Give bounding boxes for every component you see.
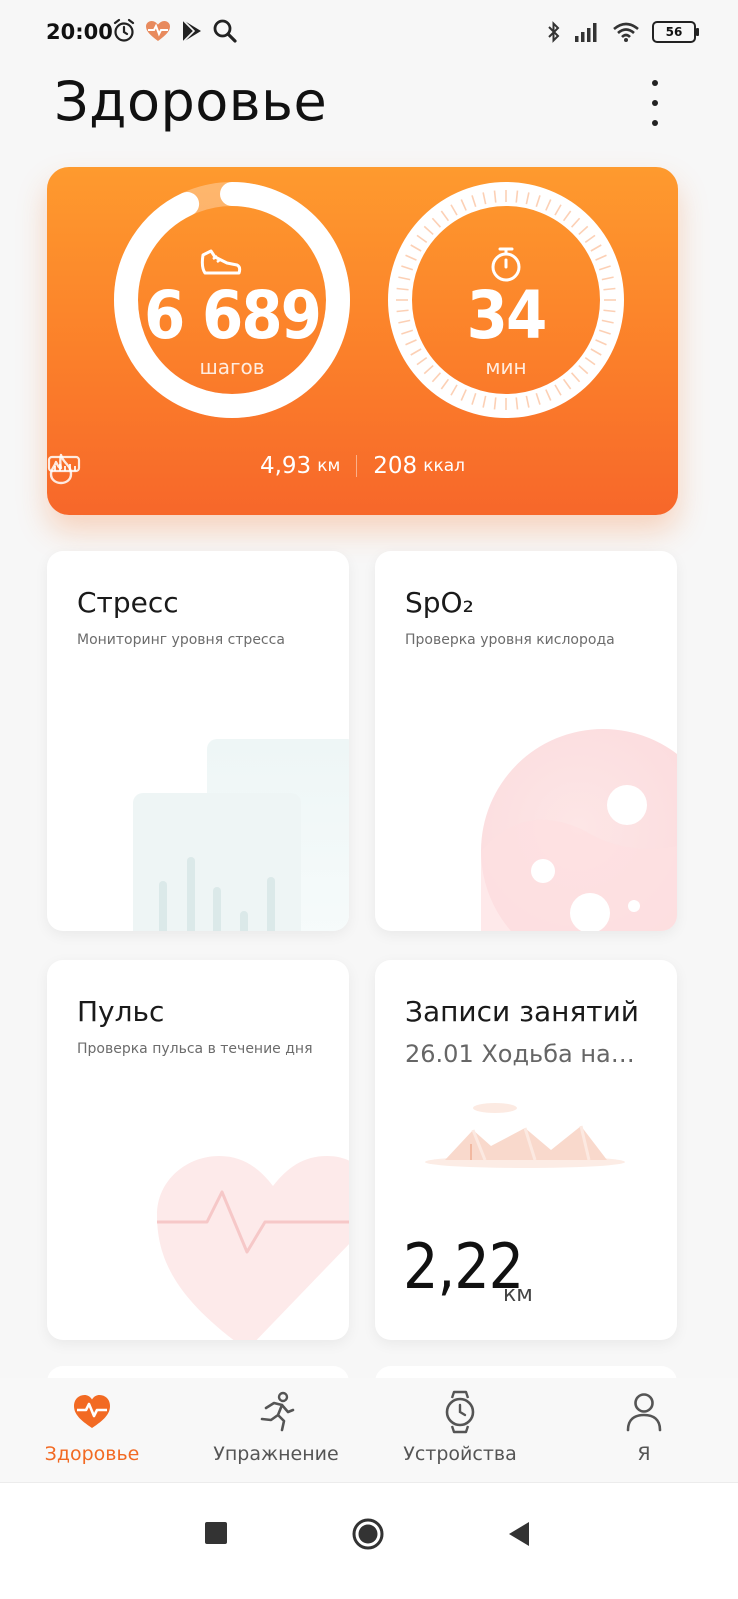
- stress-title: Стресс: [77, 586, 179, 619]
- workout-records-subtitle: 26.01 Ходьба на…: [405, 1040, 635, 1068]
- running-icon: [260, 1391, 295, 1432]
- back-icon[interactable]: [507, 1521, 531, 1547]
- heart-pulse-icon: [74, 1395, 110, 1428]
- steps-unit: шагов: [199, 355, 265, 379]
- battery-indicator: 56: [652, 21, 699, 43]
- nav-exercise[interactable]: Упражнение: [184, 1378, 368, 1482]
- nav-devices[interactable]: Устройства: [368, 1378, 552, 1482]
- workout-records-title: Записи занятий: [405, 995, 640, 1028]
- nav-label-health: Здоровье: [44, 1443, 140, 1465]
- more-options-button[interactable]: [640, 80, 670, 126]
- bluetooth-icon: [548, 21, 560, 43]
- shoe-icon: [200, 249, 242, 275]
- distance-value: 4,93: [259, 453, 312, 479]
- alarm-icon: [113, 18, 135, 42]
- nav-health[interactable]: Здоровье: [0, 1378, 184, 1482]
- spo2-tile[interactable]: SpO₂ Проверка уровня кислорода: [375, 551, 677, 931]
- activity-footer: 4,93 км 208 ккал: [47, 453, 678, 485]
- nav-label-me: Я: [637, 1443, 651, 1465]
- status-bar: 20:00 56: [0, 0, 738, 70]
- status-time: 20:00: [46, 20, 113, 44]
- pulse-title: Пульс: [77, 995, 165, 1028]
- workout-records-tile[interactable]: Записи занятий 26.01 Ходьба на… 2,22 км: [375, 960, 677, 1340]
- app-screen: 20:00 56 Здоровье 6 689 шагов 34 мин 4,9…: [0, 0, 738, 1599]
- stress-subtitle: Мониторинг уровня стресса: [77, 632, 285, 648]
- workout-distance-unit: км: [503, 1282, 533, 1307]
- wifi-icon: [613, 22, 639, 42]
- system-navigation-bar: [0, 1482, 738, 1599]
- footer-divider: [356, 455, 358, 477]
- calories-value: 208: [373, 453, 418, 479]
- pulse-tile[interactable]: Пульс Проверка пульса в течение дня: [47, 960, 349, 1340]
- recent-apps-icon[interactable]: [204, 1521, 228, 1545]
- nav-label-exercise: Упражнение: [213, 1443, 339, 1465]
- pulse-subtitle: Проверка пульса в течение дня: [77, 1041, 313, 1057]
- person-icon: [626, 1393, 662, 1432]
- page-title: Здоровье: [54, 70, 328, 133]
- steps-value: 6 689: [144, 277, 322, 354]
- status-system-icons: 56: [546, 20, 699, 44]
- nav-label-devices: Устройства: [403, 1443, 517, 1465]
- bottom-navigation: Здоровье Упражнение Устройства Я: [0, 1378, 738, 1482]
- stress-tile[interactable]: Стресс Мониторинг уровня стресса: [47, 551, 349, 931]
- play-store-icon: [182, 19, 201, 43]
- spo2-title: SpO₂: [405, 586, 474, 619]
- watch-icon: [445, 1390, 475, 1434]
- flame-icon: [49, 453, 73, 485]
- home-icon[interactable]: [351, 1517, 385, 1551]
- signal-icon: [575, 23, 597, 42]
- distance-unit: км: [317, 456, 341, 476]
- more-vertical-icon: [652, 80, 658, 86]
- spo2-subtitle: Проверка уровня кислорода: [405, 632, 615, 648]
- minutes-value: 34: [466, 277, 548, 354]
- search-icon: [213, 19, 237, 43]
- minutes-unit: мин: [485, 355, 527, 379]
- status-notification-icons: [112, 18, 238, 44]
- heart-rate-icon: [146, 21, 170, 41]
- nav-me[interactable]: Я: [552, 1378, 736, 1482]
- activity-summary-card[interactable]: 6 689 шагов 34 мин 4,93 км 208 ккал: [47, 167, 678, 515]
- calories-unit: ккал: [423, 456, 466, 476]
